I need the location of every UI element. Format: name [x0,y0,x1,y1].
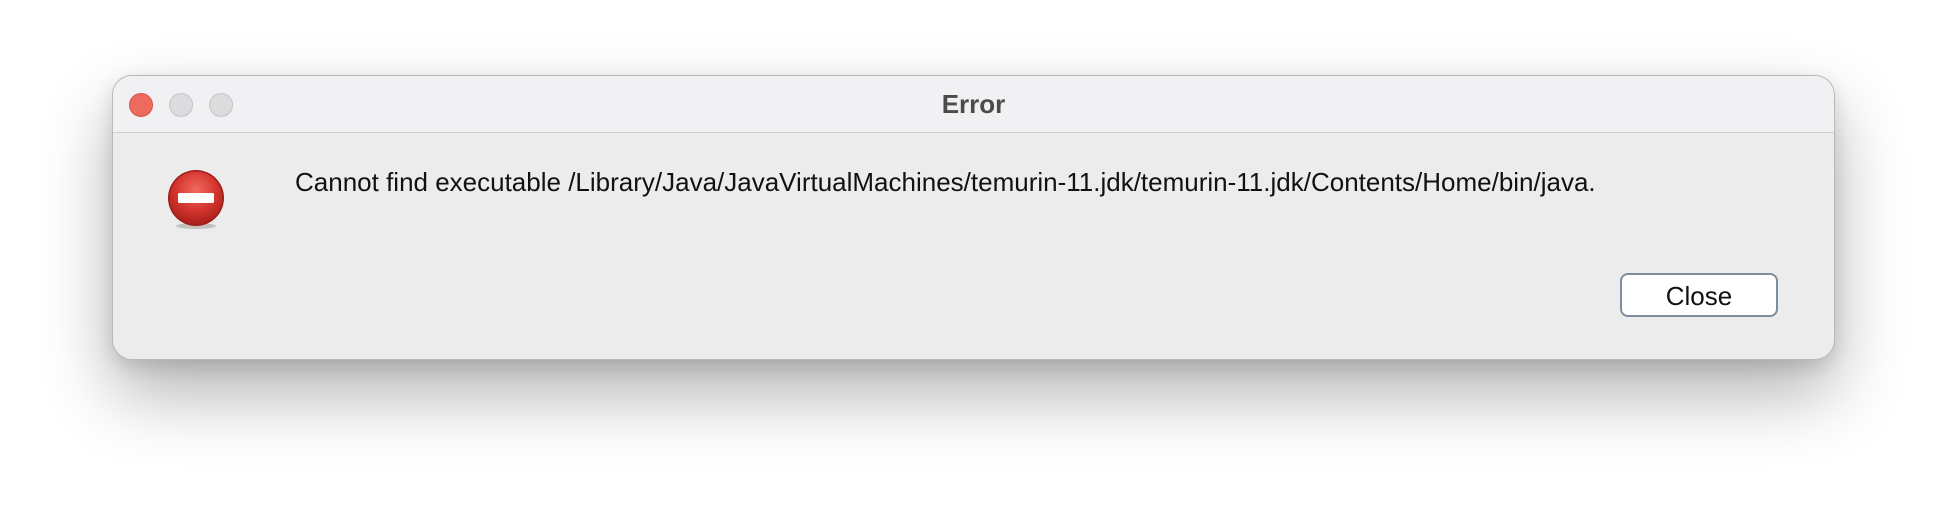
window-title: Error [941,89,1006,119]
error-message: Cannot find executable /Library/Java/Jav… [295,167,1596,197]
close-button[interactable]: Close [1620,273,1778,317]
error-dialog-window: Error Cannot find executable /Library/Ja… [112,75,1835,360]
error-stop-icon [168,170,224,229]
title-bar: Error [113,76,1834,133]
